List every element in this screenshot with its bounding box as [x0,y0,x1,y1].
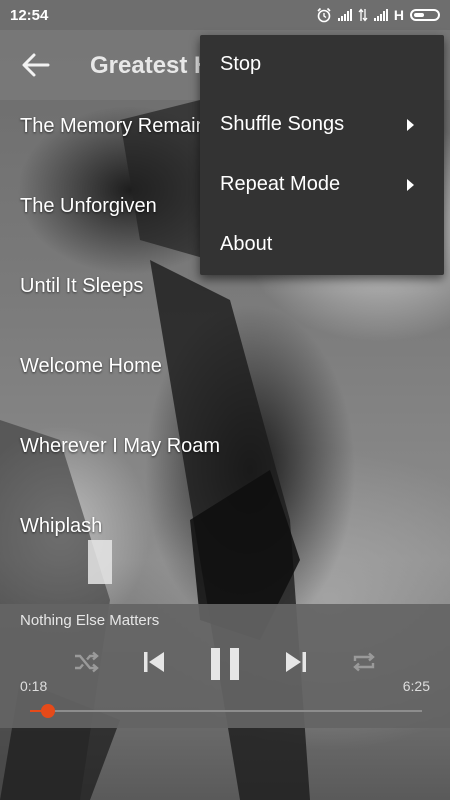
network-type: H [393,7,404,23]
menu-item-repeat-mode[interactable]: Repeat Mode [200,155,444,215]
player-panel: Nothing Else Matters 0:18 6:25 [0,604,450,728]
now-playing-title: Nothing Else Matters [20,612,160,629]
menu-item-label: Shuffle Songs [220,113,345,135]
status-bar: 12:54 H [0,0,450,30]
current-time: 0:18 [20,678,48,694]
menu-item-label: About [220,233,273,255]
song-item[interactable]: Wherever I May Roam [0,420,450,500]
menu-item-label: Stop [220,53,262,75]
repeat-icon[interactable] [350,648,378,676]
menu-item-label: Repeat Mode [220,173,341,195]
submenu-arrow-icon [407,119,414,131]
status-icons: H [316,7,440,23]
shuffle-icon[interactable] [72,648,100,676]
skip-next-icon[interactable] [282,648,310,676]
total-duration: 6:25 [402,678,430,694]
menu-item-about[interactable]: About [200,215,444,275]
menu-item-stop[interactable]: Stop [200,35,444,95]
song-item[interactable]: Whiplash [0,500,450,580]
skip-previous-icon[interactable] [140,648,168,676]
arrow-back-icon[interactable] [18,50,52,80]
alarm-icon [317,7,331,23]
status-time: 12:54 [10,6,49,24]
signal-icon [337,9,352,21]
menu-item-shuffle-songs[interactable]: Shuffle Songs [200,95,444,155]
signal-icon-2 [373,9,388,21]
submenu-arrow-icon [407,179,414,191]
seek-bar[interactable] [30,704,422,718]
pause-icon[interactable] [207,646,243,682]
overflow-menu: Stop Shuffle Songs Repeat Mode About [200,35,444,275]
battery-icon [410,9,440,21]
song-item[interactable]: Welcome Home [0,340,450,420]
data-transfer-icon [358,8,368,22]
seek-bar-thumb[interactable] [41,704,56,718]
